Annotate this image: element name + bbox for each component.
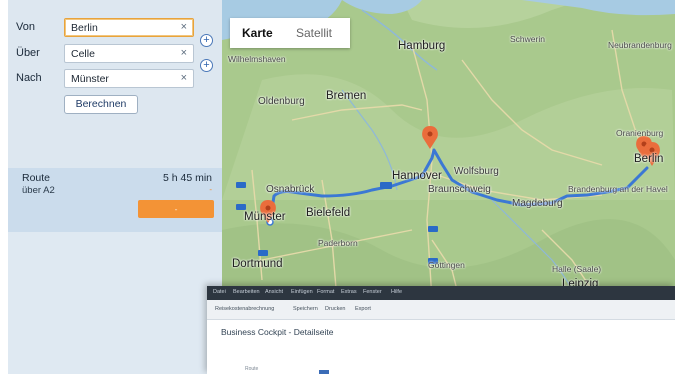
city-label: Braunschweig (428, 184, 491, 195)
to-input-value: Münster (71, 73, 109, 85)
route-via: über A2 (22, 185, 55, 196)
city-label: Dortmund (232, 258, 283, 270)
route-planner-panel: Von Berlin × Über Celle × Nach Münster ×… (0, 0, 222, 374)
city-label: Hamburg (398, 40, 446, 52)
to-label: Nach (16, 72, 42, 84)
menu-item[interactable]: Fenster (363, 289, 382, 295)
city-label: Halle (Saale) (552, 264, 602, 274)
route-title: Route (22, 172, 51, 184)
via-clear-icon[interactable]: × (181, 47, 187, 59)
menu-item[interactable]: Extras (341, 289, 357, 295)
business-cockpit-window: Datei Bearbeiten Ansicht Einfügen Format… (207, 286, 675, 374)
city-label: Bielefeld (306, 207, 351, 219)
route-duration: 5 h 45 min (162, 172, 212, 184)
toolbar-item[interactable]: Export (355, 306, 371, 312)
toolbar-item[interactable]: Reisekostenabrechnung (215, 306, 274, 312)
city-label: Osnabrück (266, 184, 315, 195)
take-over-button[interactable]: - (138, 200, 214, 218)
add-waypoint-icon[interactable]: + (200, 59, 213, 72)
city-label: Wilhelmshaven (228, 54, 286, 64)
panel-empty-area (0, 232, 222, 374)
city-label: Oranienburg (616, 128, 664, 138)
route-form: Von Berlin × Über Celle × Nach Münster ×… (0, 0, 222, 168)
route-distance: - (209, 185, 212, 194)
city-label: Berlin (634, 153, 664, 165)
city-label: Brandenburg an der Havel (568, 184, 668, 194)
from-input[interactable]: Berlin × (64, 18, 194, 37)
city-label: Oldenburg (258, 96, 305, 107)
field-marker (319, 370, 329, 374)
city-label: Schwerin (510, 34, 545, 44)
toolbar-item[interactable]: Drucken (325, 306, 345, 312)
city-label: Magdeburg (512, 198, 563, 209)
city-label: Münster (244, 211, 286, 223)
city-label: Neubrandenburg (608, 40, 672, 50)
add-waypoint-icon[interactable]: + (200, 34, 213, 47)
route-summary: Route über A2 5 h 45 min - - (0, 168, 222, 232)
menu-item[interactable]: Einfügen (291, 289, 313, 295)
from-clear-icon[interactable]: × (181, 21, 187, 33)
menu-bar: Datei Bearbeiten Ansicht Einfügen Format… (207, 286, 675, 300)
menu-item[interactable]: Datei (213, 289, 226, 295)
map-type-switch: Karte Satellit (230, 18, 350, 48)
via-input-value: Celle (71, 48, 95, 60)
from-label: Von (16, 21, 35, 33)
via-label: Über (16, 47, 40, 59)
toolbar: Reisekostenabrechnung Speichern Drucken … (207, 300, 675, 320)
toolbar-item[interactable]: Speichern (293, 306, 318, 312)
via-input[interactable]: Celle × (64, 44, 194, 63)
page-title: Business Cockpit - Detailseite (221, 327, 334, 337)
via-row: Über Celle × (0, 44, 222, 64)
panel-edge (0, 0, 8, 374)
to-input[interactable]: Münster × (64, 69, 194, 88)
menu-item[interactable]: Ansicht (265, 289, 283, 295)
from-row: Von Berlin × (0, 18, 222, 38)
tab-satellite[interactable]: Satellit (296, 26, 332, 40)
city-label: Wolfsburg (454, 166, 499, 177)
city-label: Göttingen (428, 260, 465, 270)
city-label: Hannover (392, 170, 442, 182)
field-label: Route (245, 366, 259, 372)
to-clear-icon[interactable]: × (181, 72, 187, 84)
from-input-value: Berlin (71, 22, 98, 34)
menu-item[interactable]: Format (317, 289, 334, 295)
to-row: Nach Münster × (0, 69, 222, 89)
city-label: Bremen (326, 90, 367, 102)
menu-item[interactable]: Hilfe (391, 289, 402, 295)
menu-item[interactable]: Bearbeiten (233, 289, 260, 295)
city-label: Paderborn (318, 238, 358, 248)
calculate-button[interactable]: Berechnen (64, 95, 138, 114)
tab-map[interactable]: Karte (242, 26, 273, 40)
